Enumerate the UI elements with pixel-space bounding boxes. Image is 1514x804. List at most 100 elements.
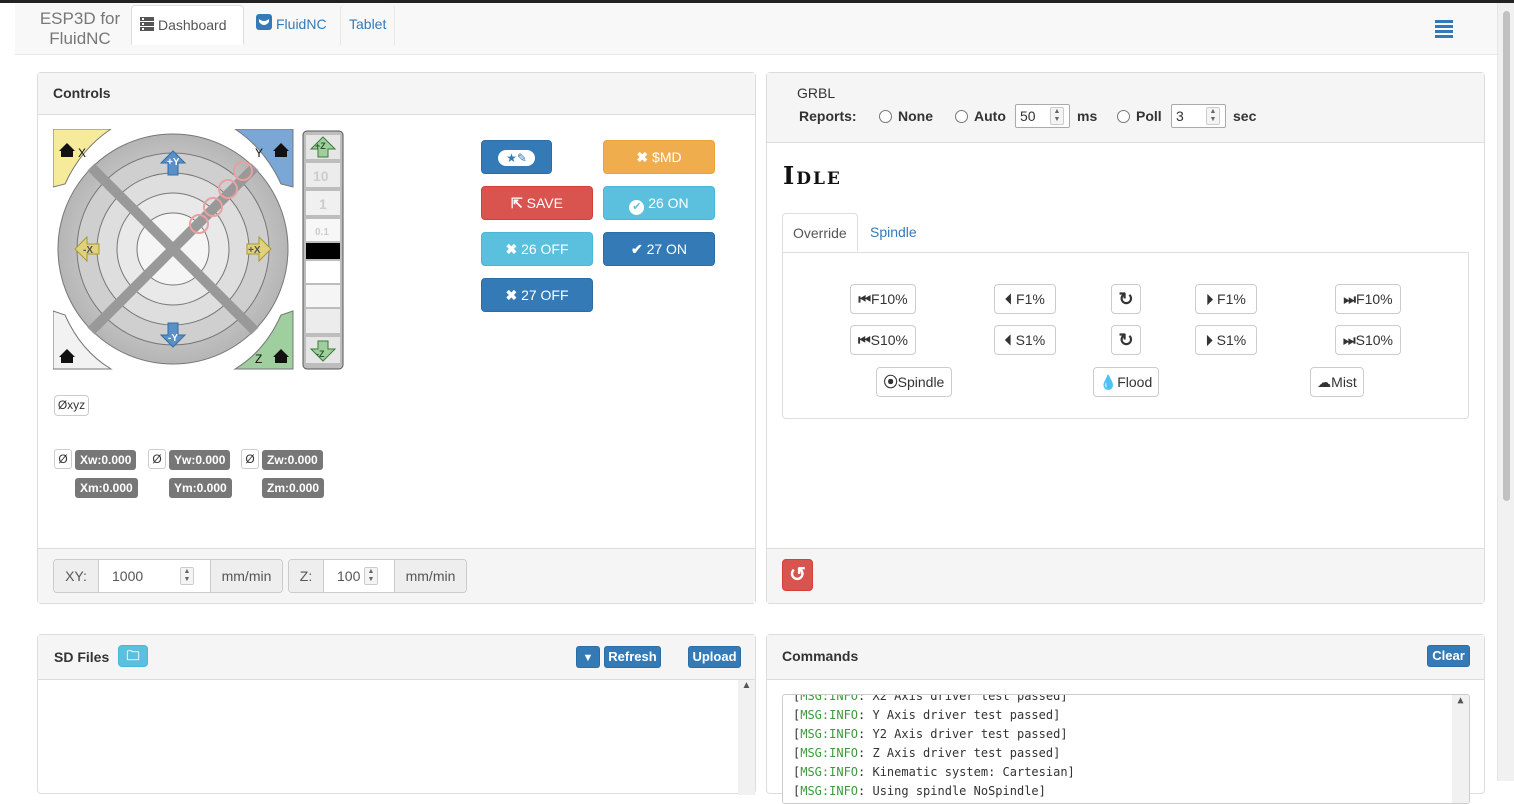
reports-poll-label: Poll bbox=[1136, 108, 1162, 124]
z-feedrate-label: Z: bbox=[289, 560, 324, 592]
filter-button[interactable]: ▼ bbox=[576, 646, 600, 668]
spindle-plus-10-button[interactable]: ⏭S10% bbox=[1335, 325, 1401, 355]
brand[interactable]: ESP3D for FluidNC bbox=[30, 9, 130, 49]
macro-27-off-label: 27 OFF bbox=[521, 287, 569, 303]
zero-z-button[interactable]: Ø bbox=[241, 449, 259, 469]
feed-plus-10-button[interactable]: ⏭F10% bbox=[1335, 284, 1401, 314]
spindle-minus-10-button[interactable]: ⏮S10% bbox=[850, 325, 916, 355]
navbar: ESP3D for FluidNC Dashboard FluidNC Tabl… bbox=[15, 3, 1497, 55]
page-scrollbar[interactable] bbox=[1497, 3, 1514, 781]
fast-backward-icon: ⏮ bbox=[858, 291, 872, 307]
console-line: [MSG:INFO: Kinematic system: Cartesian] bbox=[793, 765, 1075, 779]
zero-all-button[interactable]: Øxyz bbox=[54, 395, 89, 416]
x-machine-position: Xm:0.000 bbox=[75, 478, 138, 498]
tab-tablet[interactable]: Tablet bbox=[340, 5, 396, 45]
x-work-position: Xw:0.000 bbox=[75, 450, 137, 470]
tab-dashboard[interactable]: Dashboard bbox=[131, 5, 244, 45]
macro-27-on-label: 27 ON bbox=[646, 241, 688, 257]
console-line: [MSG:INFO: X2 Axis driver test passed] bbox=[793, 694, 1068, 703]
flood-toggle-button[interactable]: 💧Flood bbox=[1093, 367, 1159, 397]
macro-edit-button[interactable]: ★✎ bbox=[481, 140, 552, 174]
macro-26-on-label: 26 ON bbox=[648, 195, 689, 211]
feed-reset-button[interactable]: ↻ bbox=[1111, 284, 1141, 314]
tab-dashboard-label: Dashboard bbox=[158, 17, 227, 33]
grbl-header: GRBL Reports: None Auto 50 ▲ ▼ ms Poll 3 … bbox=[767, 73, 1484, 143]
z-feedrate-unit: mm/min bbox=[394, 560, 466, 592]
refresh-files-button[interactable]: Refresh bbox=[604, 646, 661, 668]
poll-interval-spinner[interactable]: ▲ ▼ bbox=[1206, 107, 1220, 125]
mist-toggle-button[interactable]: ☁Mist bbox=[1310, 367, 1364, 397]
controls-footer: XY: 1000 ▲ ▼ mm/min Z: 100 ▲ ▼ mm/min bbox=[38, 548, 755, 603]
jog-plus-y-label: +Y bbox=[167, 157, 180, 168]
feed-minus-10-label: F10% bbox=[871, 291, 908, 307]
soft-reset-button[interactable]: ↺ bbox=[782, 559, 813, 591]
tab-override[interactable]: Override bbox=[782, 213, 858, 252]
feed-plus-10-label: F10% bbox=[1356, 291, 1393, 307]
macro-27-on-button[interactable]: ✔ 27 ON bbox=[603, 232, 715, 266]
step-forward-icon: ⏵ bbox=[1205, 332, 1213, 348]
reports-none-label: None bbox=[898, 108, 933, 124]
spindle-plus-1-button[interactable]: ⏵ S1% bbox=[1195, 325, 1257, 355]
sd-files-header: SD Files 🗀 ▼ Refresh Upload bbox=[38, 635, 755, 680]
jog-minus-x-label: -X bbox=[83, 245, 93, 256]
reports-label: Reports: bbox=[799, 108, 857, 124]
tab-fluidnc[interactable]: FluidNC bbox=[248, 5, 335, 43]
upload-button[interactable]: Upload bbox=[688, 646, 741, 668]
spindle-reset-button[interactable]: ↻ bbox=[1111, 325, 1141, 355]
z-step-10: 10 bbox=[313, 168, 329, 184]
auto-interval-spinner[interactable]: ▲ ▼ bbox=[1050, 107, 1064, 125]
machine-state: Idle bbox=[783, 161, 842, 190]
macro-27-off-button[interactable]: ✖ 27 OFF bbox=[481, 278, 593, 312]
jog-dial[interactable]: +Y -Y +X -X X Y Z +Z 10 1 0.1 -Z bbox=[53, 129, 349, 373]
feed-minus-10-button[interactable]: ⏮F10% bbox=[850, 284, 916, 314]
grbl-panel: GRBL Reports: None Auto 50 ▲ ▼ ms Poll 3 … bbox=[766, 72, 1485, 604]
record-icon: ⦿ bbox=[883, 374, 898, 390]
reports-auto-radio[interactable] bbox=[955, 110, 968, 123]
macro-md-label: $MD bbox=[652, 149, 682, 165]
z-feedrate-group: Z: 100 ▲ ▼ mm/min bbox=[288, 559, 467, 593]
scrollbar-thumb[interactable] bbox=[1503, 11, 1510, 501]
reports-none-radio[interactable] bbox=[879, 110, 892, 123]
check-circle-icon: ✔ bbox=[629, 200, 645, 215]
mist-toggle-label: Mist bbox=[1331, 374, 1357, 390]
controls-panel: Controls +Y -Y +X -X X Y Z +Z 10 1 0.1 -… bbox=[37, 72, 756, 604]
macro-save-button[interactable]: ⇱ SAVE bbox=[481, 186, 593, 220]
xy-feedrate-label: XY: bbox=[54, 560, 99, 592]
tab-tablet-label: Tablet bbox=[349, 16, 387, 32]
reset-icon: ↺ bbox=[789, 564, 806, 586]
command-console[interactable]: [MSG:INFO: X2 Axis driver test passed] [… bbox=[782, 694, 1470, 804]
spindle-minus-1-button[interactable]: ⏴ S1% bbox=[994, 325, 1056, 355]
y-machine-position: Ym:0.000 bbox=[169, 478, 232, 498]
zero-x-button[interactable]: Ø bbox=[54, 449, 72, 469]
controls-title: Controls bbox=[38, 73, 755, 115]
reports-auto-label: Auto bbox=[974, 108, 1006, 124]
xy-feedrate-unit: mm/min bbox=[210, 560, 282, 592]
spindle-toggle-button[interactable]: ⦿Spindle bbox=[876, 367, 952, 397]
z-feedrate-input[interactable]: 100 bbox=[325, 560, 394, 592]
tab-spindle[interactable]: Spindle bbox=[860, 213, 927, 251]
reports-poll-radio[interactable] bbox=[1117, 110, 1130, 123]
brand-line-2: FluidNC bbox=[49, 29, 111, 48]
zero-y-button[interactable]: Ø bbox=[148, 449, 166, 469]
console-scrollbar[interactable]: ▲ bbox=[1452, 695, 1469, 803]
xy-feedrate-spinner[interactable]: ▲ ▼ bbox=[180, 567, 194, 585]
folder-plus-icon: 🗀 bbox=[126, 648, 140, 663]
commands-panel: Commands Clear [MSG:INFO: X2 Axis driver… bbox=[766, 634, 1485, 804]
feed-plus-1-button[interactable]: ⏵ F1% bbox=[1195, 284, 1257, 314]
x-icon: ✖ bbox=[505, 241, 518, 257]
hamburger-icon[interactable] bbox=[1435, 20, 1453, 40]
spindle-plus-1-label: S1% bbox=[1216, 332, 1247, 348]
create-folder-button[interactable]: 🗀 bbox=[118, 645, 148, 667]
x-icon: ✖ bbox=[636, 149, 649, 165]
macro-26-off-button[interactable]: ✖ 26 OFF bbox=[481, 232, 593, 266]
macro-md-button[interactable]: ✖ $MD bbox=[603, 140, 715, 174]
clear-console-button[interactable]: Clear bbox=[1427, 645, 1470, 667]
jog-plus-z-label: +Z bbox=[315, 141, 326, 151]
macro-26-on-button[interactable]: ✔ 26 ON bbox=[603, 186, 715, 220]
fast-backward-icon: ⏮ bbox=[858, 332, 871, 348]
console-line: [MSG:INFO: Y Axis driver test passed] bbox=[793, 708, 1061, 722]
files-scrollbar[interactable]: ▲ bbox=[738, 680, 755, 795]
feed-minus-1-button[interactable]: ⏴ F1% bbox=[994, 284, 1056, 314]
z-work-position: Zw:0.000 bbox=[262, 450, 323, 470]
z-feedrate-spinner[interactable]: ▲ ▼ bbox=[364, 567, 378, 585]
